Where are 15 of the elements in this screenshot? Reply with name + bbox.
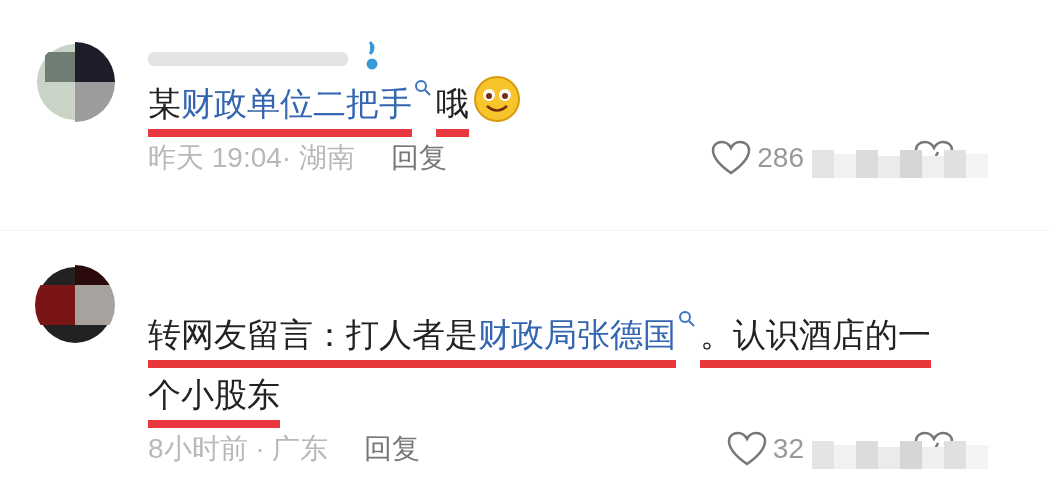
reply-link[interactable]: 回复 — [390, 139, 447, 177]
like-count: 32 — [772, 433, 804, 465]
like-count: 286 — [757, 142, 804, 174]
reply-link[interactable]: 回复 — [364, 430, 421, 468]
search-link[interactable]: 财政单位二把手 — [181, 85, 412, 122]
search-icon[interactable] — [414, 79, 432, 97]
comment-time-location: 昨天 19:04· 湖南 — [148, 141, 355, 175]
comment-text: 转网友留言：打人者是财政局张德国 。认识酒店的一个小股东 — [148, 305, 948, 425]
search-link[interactable]: 财政局张德国 — [478, 316, 676, 353]
comment-text: 某财政单位二把手 哦 — [148, 74, 948, 134]
heart-icon[interactable] — [711, 140, 752, 176]
heart-icon[interactable] — [726, 431, 767, 467]
comment-time-location: 8小时前 · 广东 — [148, 432, 329, 466]
search-icon[interactable] — [678, 310, 696, 328]
smiley-emoji-icon — [473, 75, 521, 123]
